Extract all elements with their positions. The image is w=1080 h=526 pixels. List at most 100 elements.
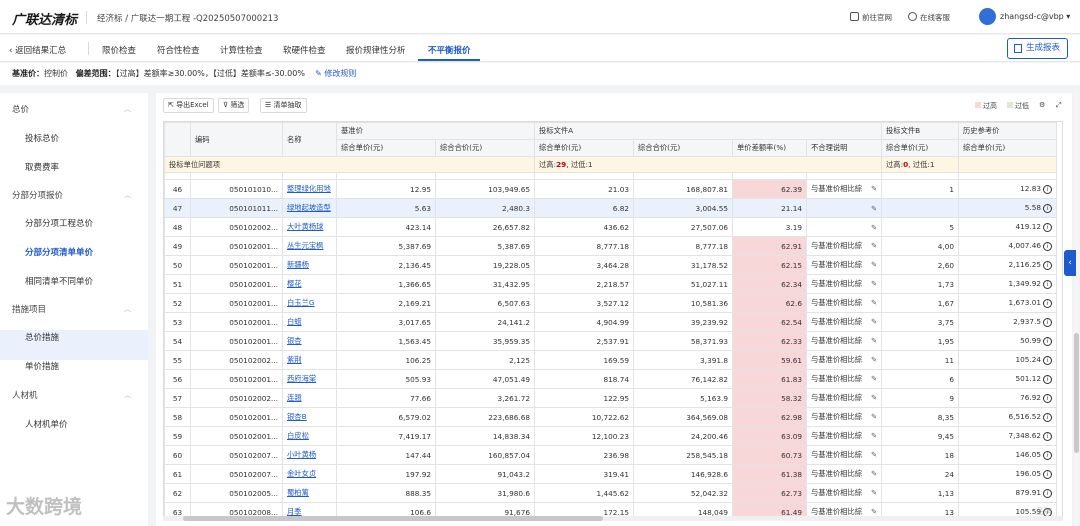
cell-name-text[interactable]: 绿地起坡造型: [287, 203, 331, 212]
tab-quote-regularity[interactable]: 报价规律性分析: [346, 44, 406, 56]
info-icon[interactable]: i: [1043, 394, 1052, 403]
cell-name-text[interactable]: 紫荆: [287, 355, 302, 364]
cell-name[interactable]: 白玉兰G: [282, 293, 337, 313]
cell-name[interactable]: 樱花: [282, 274, 337, 294]
cell-name-text[interactable]: 白蜡: [287, 317, 302, 326]
info-icon[interactable]: i: [1043, 451, 1052, 460]
sidebar-group-total-price[interactable]: 总价: [12, 103, 29, 115]
chevron-up-icon[interactable]: ︿: [124, 304, 131, 314]
sidebar-item-sub-unit-price[interactable]: 分部分项清单单价: [25, 246, 93, 258]
table-row[interactable]: 48 050102002... 大叶黄杨球 423.14 26,657.82 436.62…: [164, 217, 1057, 237]
cell-name-text[interactable]: 大叶黄杨球: [287, 222, 323, 231]
sidebar-item-fee-rate[interactable]: 取费费率: [25, 161, 59, 173]
cell-name[interactable]: 银杏B: [282, 407, 337, 427]
table-row[interactable]: 58 050102001... 银杏B 6,579.02 223,686.68 10,72…: [164, 407, 1057, 427]
cell-name[interactable]: 白蜡: [282, 312, 337, 332]
edit-icon[interactable]: ✎: [871, 469, 877, 478]
table-row[interactable]: 60 050102007... 小叶黄杨 147.44 160,857.04 236.98…: [164, 445, 1057, 465]
edit-icon[interactable]: ✎: [871, 204, 877, 213]
edit-icon[interactable]: ✎: [871, 488, 877, 497]
edit-icon[interactable]: ✎: [871, 450, 877, 459]
generate-report-button[interactable]: 生成报表: [1007, 38, 1068, 59]
extract-list-button[interactable]: ☰ 清单抽取: [260, 98, 307, 113]
sidebar-group-materials[interactable]: 人材机: [12, 389, 38, 401]
edit-icon[interactable]: ✎: [871, 393, 877, 402]
fullscreen-icon[interactable]: ⤢: [1056, 101, 1062, 110]
info-icon[interactable]: i: [1043, 356, 1052, 365]
cell-name-text[interactable]: 白皮松: [287, 431, 309, 440]
edit-icon[interactable]: ✎: [871, 298, 877, 307]
info-icon[interactable]: i: [1043, 299, 1052, 308]
cell-name[interactable]: 西府海棠: [282, 369, 337, 389]
edit-icon[interactable]: ✎: [871, 431, 877, 440]
table-row[interactable]: 59 050102001... 白皮松 7,419.17 14,838.34 12,100…: [164, 426, 1057, 446]
cell-name[interactable]: 银杏: [282, 331, 337, 351]
table-row[interactable]: 56 050102001... 西府海棠 505.93 47,051.49 818.74 7…: [164, 369, 1057, 389]
sidebar-group-measures[interactable]: 措施项目: [12, 303, 46, 315]
filter-button[interactable]: ⊽ 筛选: [218, 98, 250, 113]
table-row[interactable]: 52 050102001... 白玉兰G 2,169.21 6,507.63 3,527.…: [164, 293, 1057, 313]
cell-name-text[interactable]: 白玉兰G: [287, 298, 315, 307]
scrollbar-thumb[interactable]: [1074, 333, 1079, 453]
info-icon[interactable]: i: [1043, 261, 1052, 270]
cell-name-text[interactable]: 蜀柏篱: [287, 488, 309, 497]
table-row[interactable]: 62 050102005... 蜀柏篱 888.35 31,980.6 1,445.62 5…: [164, 483, 1057, 503]
sidebar-item-unit-measures[interactable]: 单价措施: [25, 360, 59, 372]
edit-icon[interactable]: ✎: [871, 355, 877, 364]
cell-name-text[interactable]: 整理绿化用地: [287, 184, 331, 193]
table-row[interactable]: 61 050102007... 金叶女贞 197.92 91,043.2 319.41 14…: [164, 464, 1057, 484]
info-icon[interactable]: i: [1043, 432, 1052, 441]
sidebar-group-sub-items[interactable]: 分部分项报价: [12, 189, 63, 201]
cell-name-text[interactable]: 樱花: [287, 279, 302, 288]
info-icon[interactable]: i: [1043, 204, 1052, 213]
chevron-up-icon[interactable]: ︿: [124, 190, 131, 200]
user-menu[interactable]: zhangsd-c@vbp ▾: [1000, 12, 1070, 21]
cell-name-text[interactable]: 连翘: [287, 393, 302, 402]
cell-name[interactable]: 整理绿化用地: [282, 179, 337, 199]
cell-name[interactable]: 新疆杨: [282, 255, 337, 275]
edit-icon[interactable]: ✎: [871, 223, 877, 232]
vertical-scrollbar[interactable]: [1074, 93, 1079, 526]
edit-icon[interactable]: ✎: [871, 241, 877, 250]
chevron-up-icon[interactable]: ︿: [124, 390, 131, 400]
sidebar-item-sub-total[interactable]: 分部分项工程总价: [25, 217, 93, 229]
info-icon[interactable]: i: [1043, 223, 1052, 232]
table-row[interactable]: 47 050101011... 绿地起坡造型 5.63 2,480.3 6.82 3,004…: [164, 198, 1057, 218]
support-link[interactable]: 在线客服: [908, 12, 950, 23]
tab-calculation[interactable]: 计算性检查: [220, 44, 263, 56]
info-icon[interactable]: i: [1043, 375, 1052, 384]
cell-name[interactable]: 绿地起坡造型: [282, 198, 337, 218]
cell-name-text[interactable]: 金叶女贞: [287, 469, 316, 478]
cell-name[interactable]: 连翘: [282, 388, 337, 408]
tab-software-hardware[interactable]: 软硬件检查: [283, 44, 326, 56]
tab-compliance[interactable]: 符合性检查: [157, 44, 200, 56]
sidebar-item-material-price[interactable]: 人材机单价: [25, 418, 68, 430]
table-row[interactable]: 55 050102002... 紫荆 106.25 2,125 169.59 3,391.8…: [164, 350, 1057, 370]
modify-rule-link[interactable]: ✎ 修改规则: [315, 69, 356, 78]
scrollbar-thumb[interactable]: [183, 516, 603, 521]
table-row[interactable]: 54 050102001... 银杏 1,563.45 35,959.35 2,537.9…: [164, 331, 1057, 351]
cell-name[interactable]: 紫荆: [282, 350, 337, 370]
cell-name-text[interactable]: 小叶黄杨: [287, 450, 316, 459]
cell-name[interactable]: 白皮松: [282, 426, 337, 446]
cell-name[interactable]: 丛生元宝枫: [282, 236, 337, 256]
edit-icon[interactable]: ✎: [871, 260, 877, 269]
edit-icon[interactable]: ✎: [871, 184, 877, 193]
edit-icon[interactable]: ✎: [871, 507, 877, 516]
sidebar-item-same-list-diff-price[interactable]: 相同清单不同单价: [25, 275, 93, 287]
edit-icon[interactable]: ✎: [871, 374, 877, 383]
cell-name-text[interactable]: 西府海棠: [287, 374, 316, 383]
table-row[interactable]: 50 050102001... 新疆杨 2,136.45 19,228.05 3,464.…: [164, 255, 1057, 275]
edit-icon[interactable]: ✎: [871, 336, 877, 345]
chevron-up-icon[interactable]: ︿: [124, 104, 131, 114]
table-row[interactable]: 46 050101010... 整理绿化用地 12.95 103,949.65 21.03…: [164, 179, 1057, 199]
info-icon[interactable]: i: [1043, 280, 1052, 289]
info-icon[interactable]: i: [1043, 470, 1052, 479]
collapse-panel-button[interactable]: ‹: [1064, 250, 1076, 276]
cell-name-text[interactable]: 银杏B: [287, 412, 307, 421]
edit-icon[interactable]: ✎: [871, 412, 877, 421]
official-site-link[interactable]: 前往官网: [850, 12, 892, 23]
horizontal-scrollbar[interactable]: [163, 516, 1063, 521]
edit-icon[interactable]: ✎: [871, 279, 877, 288]
cell-name[interactable]: 金叶女贞: [282, 464, 337, 484]
